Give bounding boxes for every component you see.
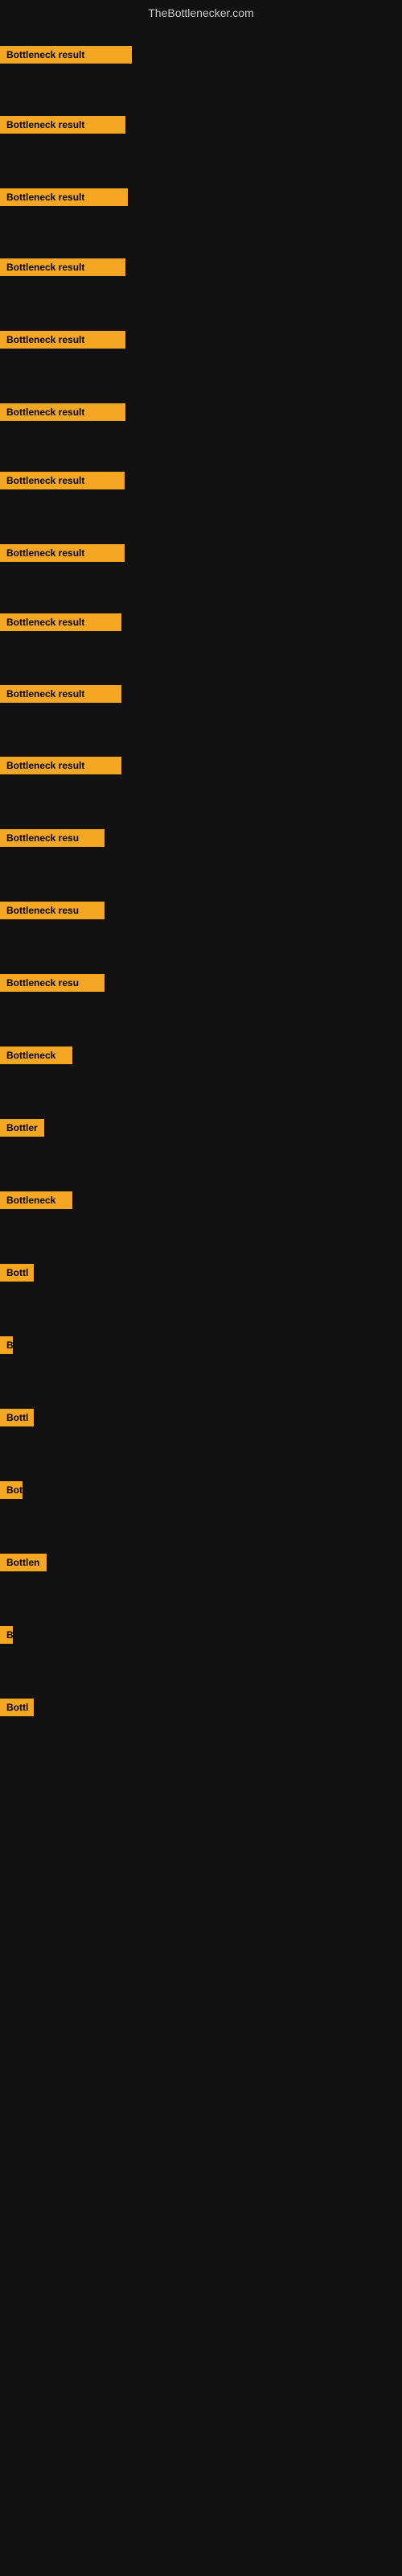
bottleneck-badge-label: Bottl xyxy=(0,1699,34,1716)
bottleneck-badge-8: Bottleneck result xyxy=(0,544,125,566)
bottleneck-badge-21: Bot xyxy=(0,1481,23,1503)
bottleneck-badge-10: Bottleneck result xyxy=(0,685,121,707)
bottleneck-badge-label: Bottleneck result xyxy=(0,613,121,631)
bottleneck-badge-label: Bottleneck result xyxy=(0,685,121,703)
bottleneck-badge-label: Bottleneck resu xyxy=(0,974,105,992)
bottleneck-badge-11: Bottleneck result xyxy=(0,757,121,778)
bottleneck-badge-label: Bottleneck result xyxy=(0,258,125,276)
bottleneck-badge-label: Bottleneck xyxy=(0,1046,72,1064)
bottleneck-badge-label: Bottleneck xyxy=(0,1191,72,1209)
bottleneck-badge-label: Bottleneck result xyxy=(0,757,121,774)
bottleneck-badge-label: Bottl xyxy=(0,1264,34,1282)
bottleneck-badge-13: Bottleneck resu xyxy=(0,902,105,923)
bottleneck-badge-5: Bottleneck result xyxy=(0,331,125,353)
bottleneck-badge-label: Bottlen xyxy=(0,1554,47,1571)
bottleneck-badge-4: Bottleneck result xyxy=(0,258,125,280)
bottleneck-badge-label: B xyxy=(0,1626,13,1644)
bottleneck-badge-label: Bottleneck resu xyxy=(0,902,105,919)
bottleneck-badge-label: Bottleneck result xyxy=(0,472,125,489)
bottleneck-badge-19: B xyxy=(0,1336,13,1358)
site-title: TheBottlenecker.com xyxy=(0,0,402,26)
bottleneck-badge-16: Bottler xyxy=(0,1119,44,1141)
bottleneck-badge-20: Bottl xyxy=(0,1409,34,1430)
bottleneck-badge-label: Bottleneck resu xyxy=(0,829,105,847)
bottleneck-badge-label: Bottleneck result xyxy=(0,331,125,349)
bottleneck-badge-18: Bottl xyxy=(0,1264,34,1286)
bottleneck-badge-label: Bottleneck result xyxy=(0,403,125,421)
bottleneck-badge-6: Bottleneck result xyxy=(0,403,125,425)
bottleneck-badge-22: Bottlen xyxy=(0,1554,47,1575)
bottleneck-badge-label: Bottleneck result xyxy=(0,544,125,562)
bottleneck-badge-label: Bot xyxy=(0,1481,23,1499)
bottleneck-badge-24: Bottl xyxy=(0,1699,34,1720)
bottleneck-badge-1: Bottleneck result xyxy=(0,46,132,68)
bottleneck-badge-12: Bottleneck resu xyxy=(0,829,105,851)
bottleneck-badge-label: Bottler xyxy=(0,1119,44,1137)
bottleneck-badge-23: B xyxy=(0,1626,13,1648)
bottleneck-badge-14: Bottleneck resu xyxy=(0,974,105,996)
bottleneck-badge-label: Bottleneck result xyxy=(0,188,128,206)
bottleneck-badge-3: Bottleneck result xyxy=(0,188,128,210)
bottleneck-badge-label: B xyxy=(0,1336,13,1354)
bottleneck-badge-label: Bottl xyxy=(0,1409,34,1426)
bottleneck-badge-2: Bottleneck result xyxy=(0,116,125,138)
bottleneck-badge-label: Bottleneck result xyxy=(0,46,132,64)
bottleneck-badge-7: Bottleneck result xyxy=(0,472,125,493)
bottleneck-badge-9: Bottleneck result xyxy=(0,613,121,635)
bottleneck-badge-17: Bottleneck xyxy=(0,1191,72,1213)
bottleneck-badge-label: Bottleneck result xyxy=(0,116,125,134)
bottleneck-badge-15: Bottleneck xyxy=(0,1046,72,1068)
